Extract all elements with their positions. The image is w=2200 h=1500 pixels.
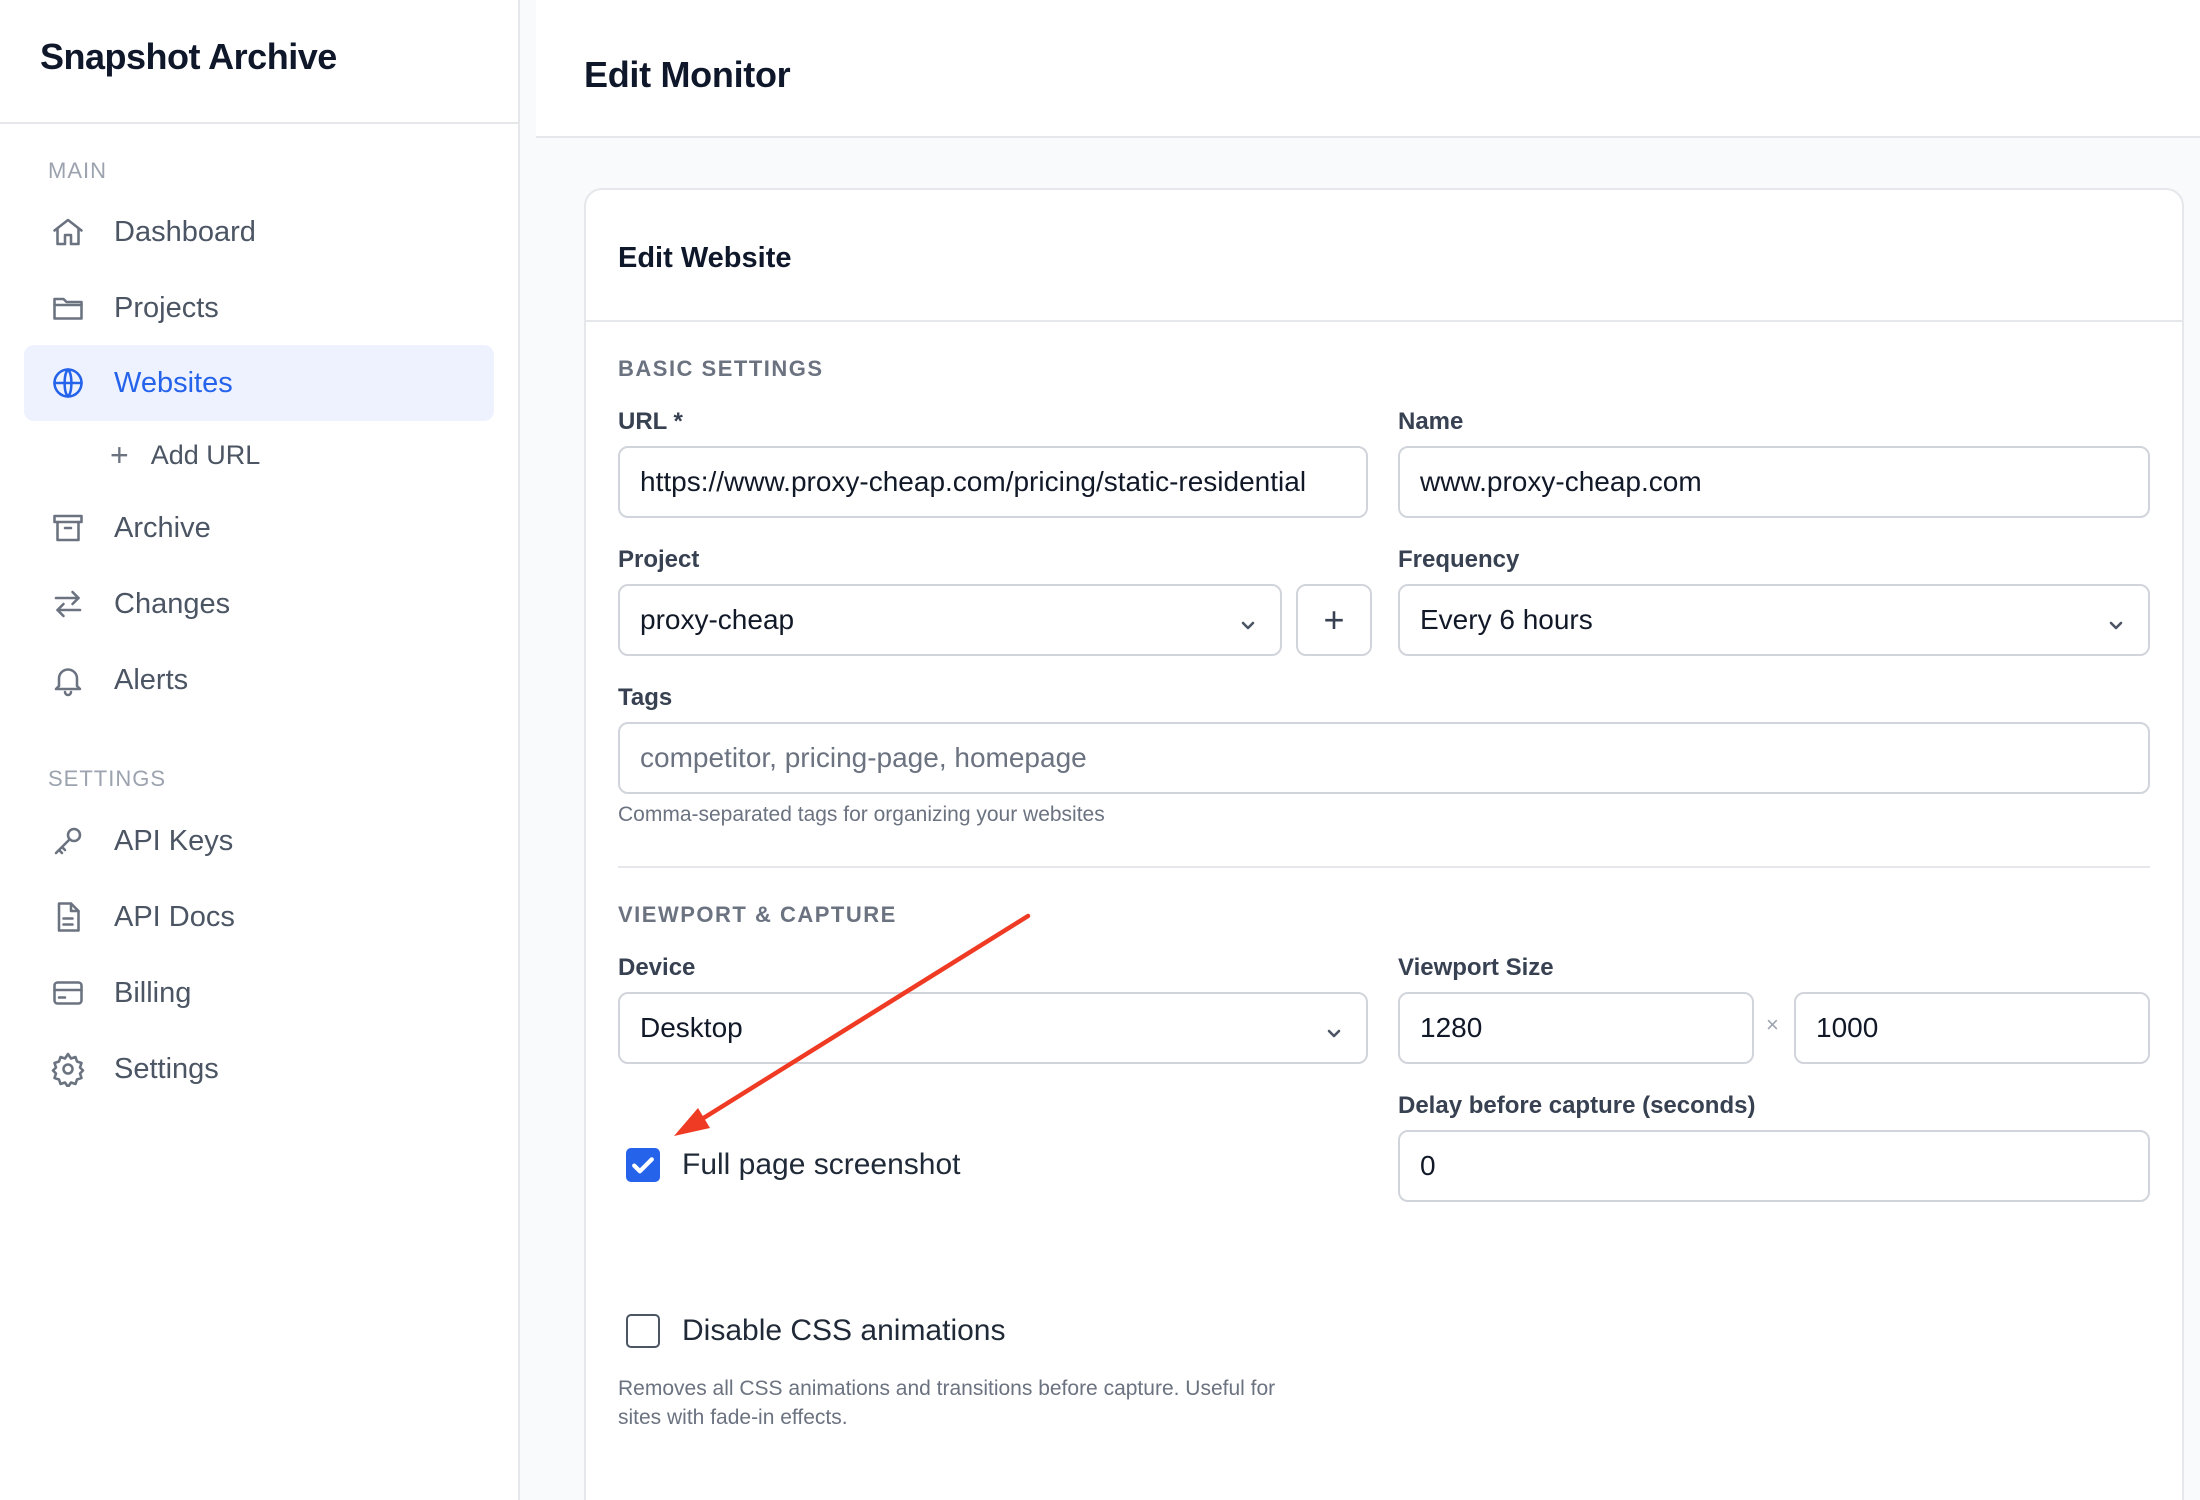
sidebar-item-billing[interactable]: Billing (24, 955, 494, 1031)
full-page-label[interactable]: Full page screenshot (682, 1148, 961, 1182)
gear-icon (48, 1049, 88, 1089)
viewport-width-input[interactable]: 1280 (1398, 992, 1754, 1064)
project-label: Project (618, 546, 700, 573)
edit-website-card: Edit Website BASIC SETTINGS URL * https:… (584, 188, 2184, 1500)
device-select[interactable]: Desktop (618, 992, 1368, 1064)
project-select[interactable]: proxy-cheap (618, 584, 1282, 656)
home-icon (48, 212, 88, 252)
sidebar-item-label: Projects (114, 291, 219, 324)
sidebar-item-api-keys[interactable]: API Keys (24, 803, 494, 879)
brand-logo[interactable]: Snapshot Archive (0, 0, 518, 124)
key-icon (48, 821, 88, 861)
checkmark-icon (632, 1157, 654, 1174)
sidebar-item-label: Dashboard (114, 215, 256, 248)
plus-icon: + (110, 436, 129, 473)
disable-css-help-line2: sites with fade-in effects. (618, 1406, 848, 1429)
frequency-select-value: Every 6 hours (1420, 604, 1593, 635)
sidebar-item-dashboard[interactable]: Dashboard (24, 194, 494, 270)
sidebar-item-label: Changes (114, 587, 231, 620)
nav-section-main: MAIN (48, 158, 107, 183)
page-title: Edit Monitor (584, 54, 791, 95)
sidebar-item-websites[interactable]: Websites (24, 345, 494, 421)
viewport-size-label: Viewport Size (1398, 954, 1554, 981)
chevron-down-icon (2106, 610, 2126, 630)
viewport-capture-heading: VIEWPORT & CAPTURE (618, 902, 897, 927)
nav-section-settings: SETTINGS (48, 766, 167, 791)
arrows-swap-icon (48, 584, 88, 624)
section-divider (618, 866, 2150, 868)
frequency-label: Frequency (1398, 546, 1520, 573)
delay-label: Delay before capture (seconds) (1398, 1092, 1756, 1119)
tags-help-text: Comma-separated tags for organizing your… (618, 803, 1105, 826)
url-input[interactable]: https://www.proxy-cheap.com/pricing/stat… (618, 446, 1368, 518)
add-project-button[interactable]: + (1296, 584, 1372, 656)
sidebar-item-label: API Keys (114, 824, 234, 857)
name-label: Name (1398, 408, 1464, 435)
archive-icon (48, 508, 88, 548)
device-select-value: Desktop (640, 1012, 743, 1043)
tags-input[interactable]: competitor, pricing-page, homepage (618, 722, 2150, 794)
bell-icon (48, 660, 88, 700)
page-header: Edit Monitor (536, 0, 2200, 138)
sidebar-subitem-label: Add URL (150, 439, 261, 470)
document-icon (48, 897, 88, 937)
sidebar-item-label: Settings (114, 1052, 219, 1085)
sidebar-item-archive[interactable]: Archive (24, 490, 494, 566)
device-label: Device (618, 954, 696, 981)
sidebar-item-settings[interactable]: Settings (24, 1031, 494, 1107)
sidebar-item-label: Websites (114, 366, 233, 399)
sidebar-item-label: Alerts (114, 663, 189, 696)
tags-label: Tags (618, 684, 673, 711)
sidebar-item-label: API Docs (114, 900, 235, 933)
delay-input[interactable]: 0 (1398, 1130, 2150, 1202)
chevron-down-icon (1238, 610, 1258, 630)
disable-css-help-line1: Removes all CSS animations and transitio… (618, 1377, 1276, 1400)
project-select-value: proxy-cheap (640, 604, 795, 635)
card-title: Edit Website (586, 190, 2182, 322)
sidebar-item-projects[interactable]: Projects (24, 270, 494, 346)
folder-icon (48, 288, 88, 328)
sidebar-subitem-add-url[interactable]: + Add URL (110, 430, 260, 480)
sidebar-item-label: Archive (114, 511, 211, 544)
url-label: URL * (618, 408, 683, 435)
basic-settings-heading: BASIC SETTINGS (618, 356, 824, 381)
frequency-select[interactable]: Every 6 hours (1398, 584, 2150, 656)
disable-css-label[interactable]: Disable CSS animations (682, 1314, 1005, 1348)
credit-card-icon (48, 973, 88, 1013)
full-page-checkbox[interactable] (626, 1148, 660, 1182)
sidebar-item-api-docs[interactable]: API Docs (24, 879, 494, 955)
sidebar-item-label: Billing (114, 976, 192, 1009)
sidebar: Snapshot Archive MAIN Dashboard Projects… (0, 0, 520, 1500)
viewport-height-input[interactable]: 1000 (1794, 992, 2150, 1064)
disable-css-checkbox[interactable] (626, 1314, 660, 1348)
sidebar-item-alerts[interactable]: Alerts (24, 642, 494, 718)
viewport-separator: × (1766, 1012, 1779, 1037)
name-input[interactable]: www.proxy-cheap.com (1398, 446, 2150, 518)
sidebar-item-changes[interactable]: Changes (24, 566, 494, 642)
globe-icon (48, 363, 88, 403)
chevron-down-icon (1324, 1018, 1344, 1038)
